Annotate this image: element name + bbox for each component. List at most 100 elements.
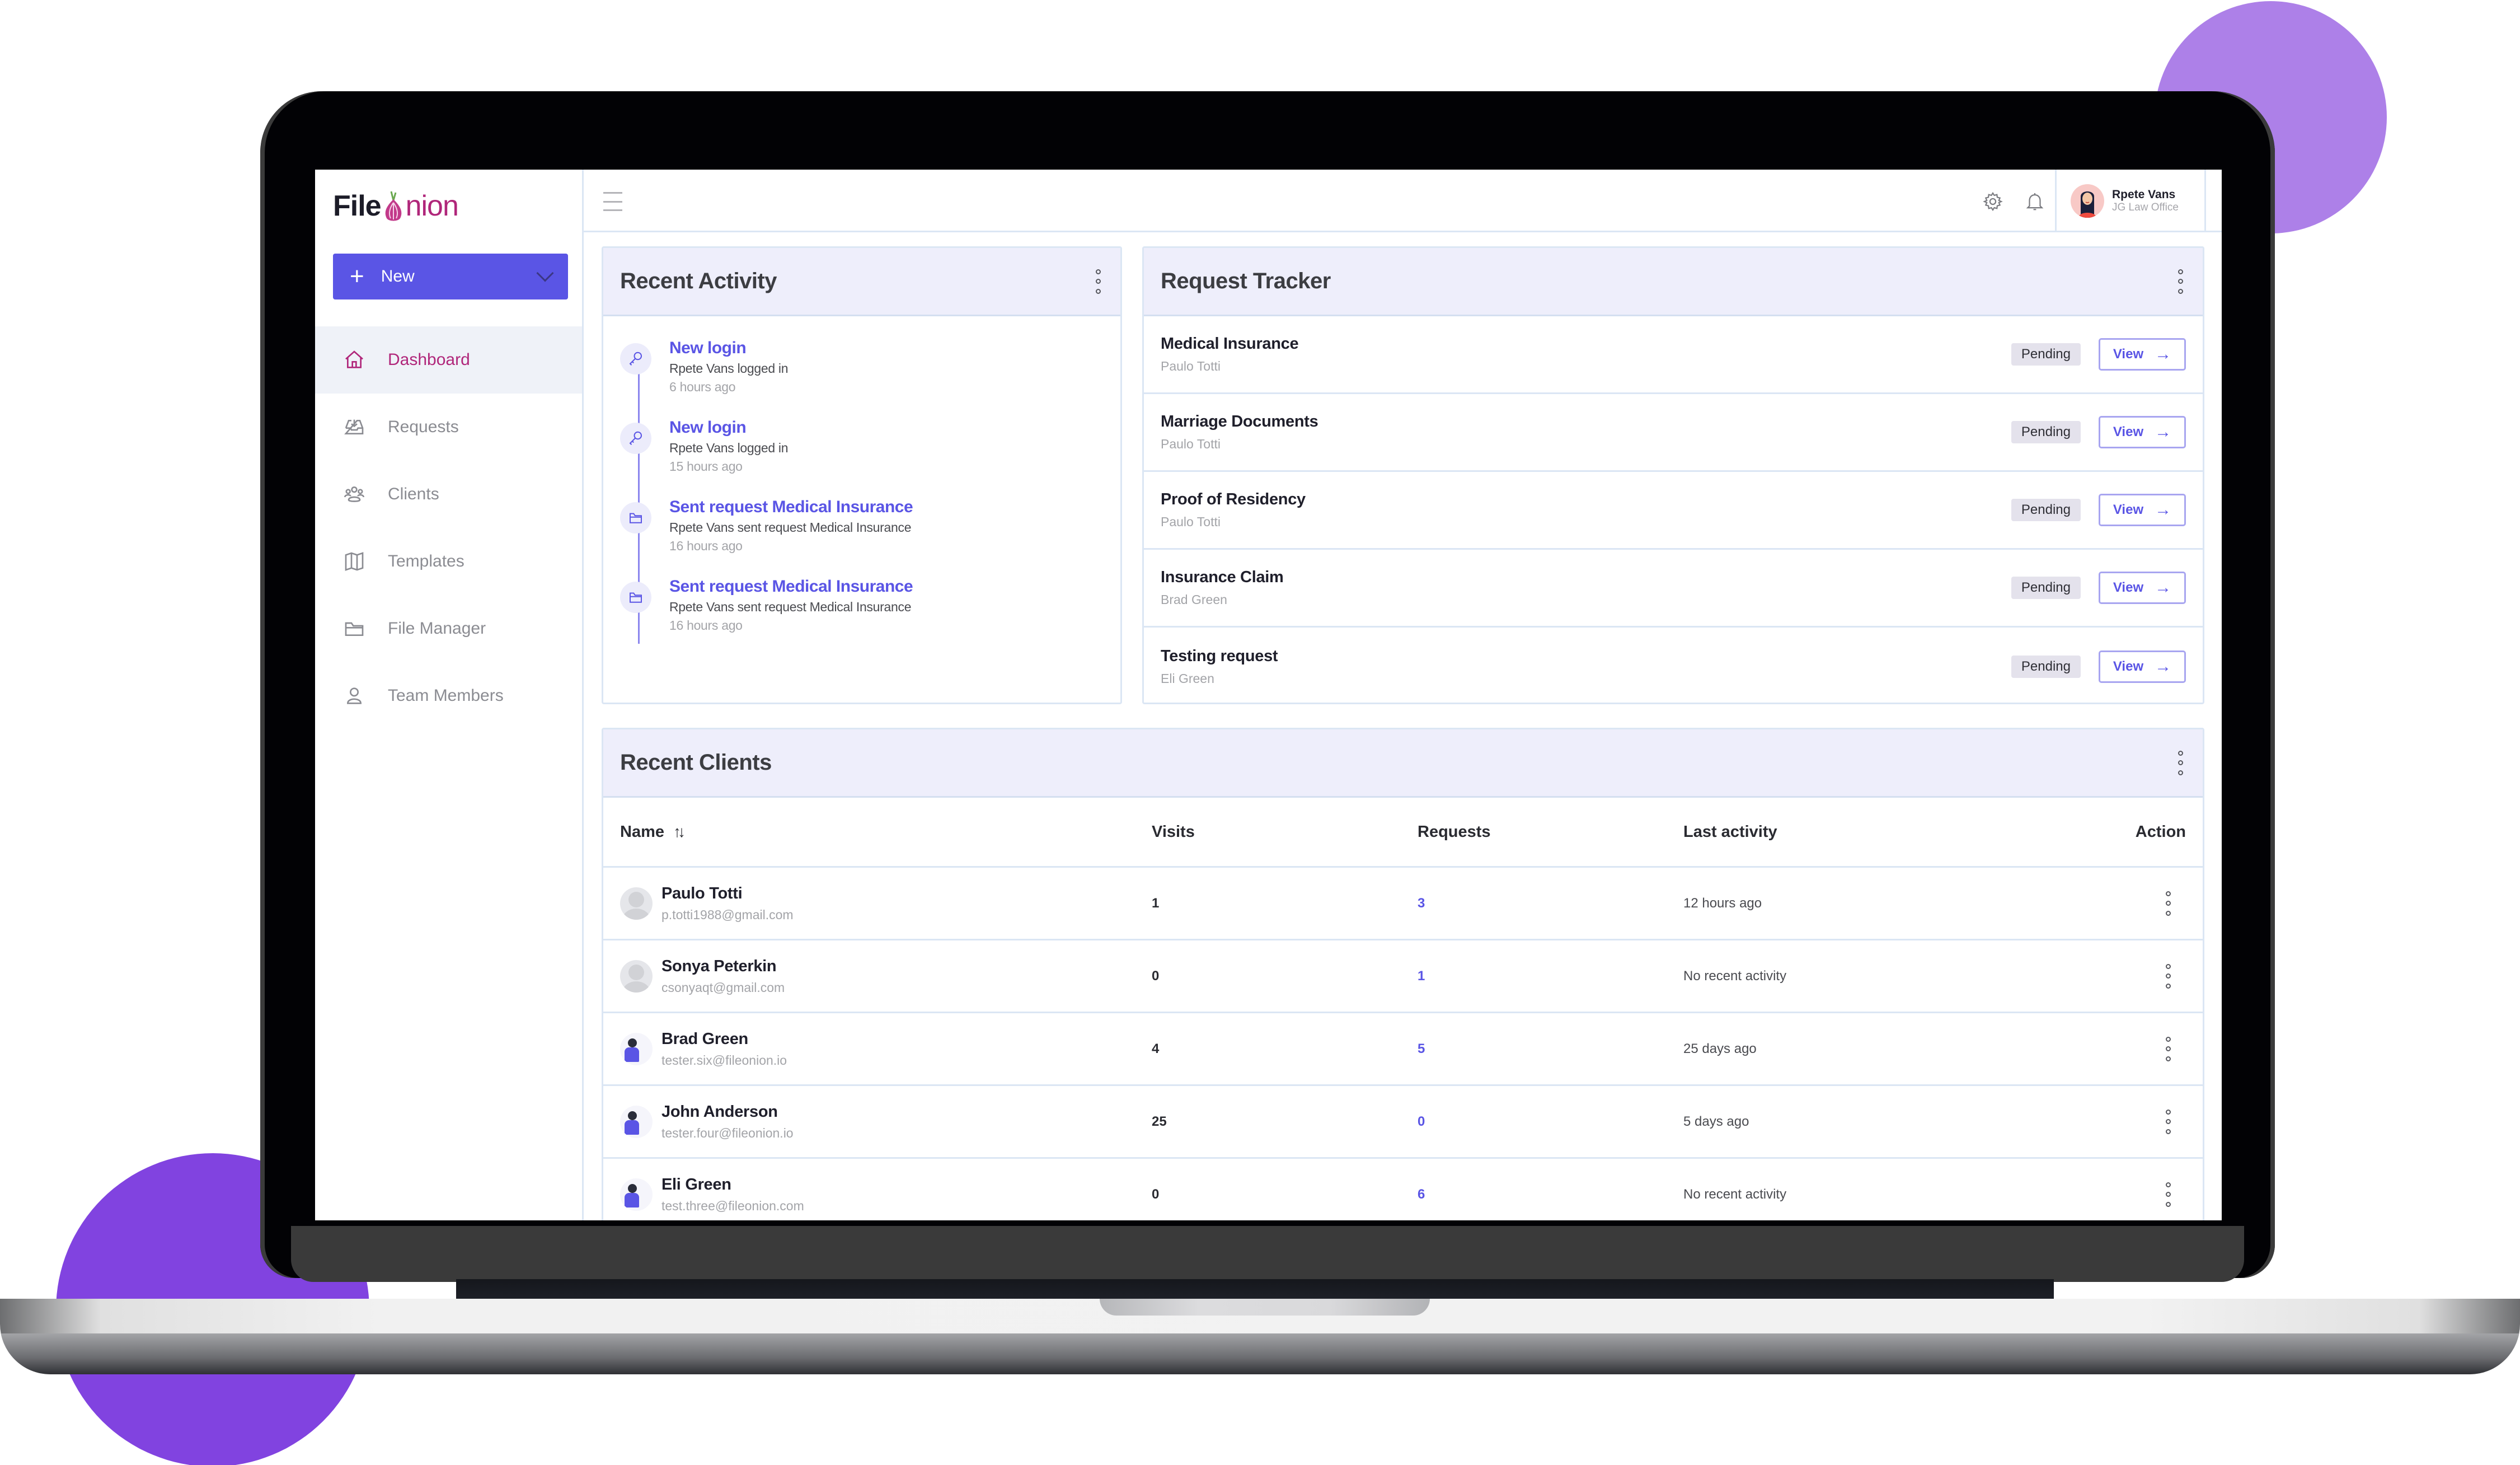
home-icon (343, 349, 365, 371)
client-last-activity: 5 days ago (1683, 1113, 1749, 1129)
new-button[interactable]: + New (333, 254, 568, 299)
row-actions-icon[interactable] (2162, 1036, 2174, 1061)
request-row: Insurance Claim Brad Green Pending View … (1144, 550, 2203, 628)
client-name[interactable]: Eli Green (661, 1176, 804, 1194)
activity-description: Rpete Vans sent request Medical Insuranc… (669, 520, 912, 535)
card-header: Recent Activity (603, 248, 1120, 316)
activity-item[interactable]: Sent request Medical Insurance Rpete Van… (620, 577, 1120, 657)
key-icon (620, 343, 651, 375)
activity-time: 6 hours ago (669, 380, 736, 394)
request-name: Marriage Documents (1161, 413, 1318, 430)
sort-icon[interactable]: ↑↓ (673, 823, 686, 841)
laptop-opening-notch (1100, 1299, 1430, 1316)
view-button[interactable]: View → (2099, 416, 2186, 448)
table-row[interactable]: Eli Green test.three@fileonion.com 0 6 N… (603, 1159, 2203, 1220)
client-name[interactable]: Paulo Totti (661, 884, 794, 903)
status-badge: Pending (2011, 343, 2081, 366)
arrow-right-icon: → (2155, 500, 2172, 519)
request-client: Eli Green (1161, 671, 1214, 686)
client-last-activity: No recent activity (1683, 968, 1787, 984)
card-header: Request Tracker (1144, 248, 2203, 316)
chevron-down-icon[interactable] (536, 264, 554, 282)
client-requests-link[interactable]: 3 (1418, 896, 1683, 911)
card-header: Recent Clients (603, 729, 2203, 798)
table-row[interactable]: Brad Green tester.six@fileonion.io 4 5 2… (603, 1013, 2203, 1086)
view-button[interactable]: View → (2099, 572, 2186, 604)
new-button-label: New (381, 267, 415, 285)
view-button[interactable]: View → (2099, 338, 2186, 371)
request-client: Brad Green (1161, 592, 1227, 607)
users-group-icon (343, 483, 365, 506)
client-name[interactable]: Brad Green (661, 1030, 787, 1049)
view-button[interactable]: View → (2099, 650, 2186, 683)
table-row[interactable]: John Anderson tester.four@fileonion.io 2… (603, 1086, 2203, 1159)
status-badge: Pending (2011, 655, 2081, 678)
request-row: Marriage Documents Paulo Totti Pending V… (1144, 394, 2203, 472)
avatar (620, 1178, 653, 1211)
client-email: test.three@fileonion.com (661, 1198, 804, 1213)
client-email: csonyaqt@gmail.com (661, 980, 785, 995)
more-options-icon[interactable] (2175, 750, 2186, 775)
client-name[interactable]: Sonya Peterkin (661, 957, 785, 976)
view-button[interactable]: View → (2099, 494, 2186, 526)
activity-title[interactable]: New login (669, 418, 788, 437)
activity-title[interactable]: Sent request Medical Insurance (669, 577, 913, 596)
activity-title[interactable]: New login (669, 339, 788, 358)
sidebar-nav: Dashboard Requests Clients Templates Fil… (315, 326, 582, 729)
folder-icon (620, 502, 651, 533)
client-visits: 1 (1152, 895, 1160, 911)
user-name: Rpete Vans (2112, 188, 2176, 201)
user-profile-menu[interactable]: Rpete Vans JG Law Office (2055, 170, 2206, 232)
recent-clients-card: Recent Clients Name ↑↓ Visits Requests L… (602, 728, 2204, 1220)
more-options-icon[interactable] (1092, 269, 1104, 294)
activity-description: Rpete Vans logged in (669, 441, 789, 455)
client-requests-link[interactable]: 5 (1418, 1041, 1683, 1057)
row-actions-icon[interactable] (2162, 1109, 2174, 1134)
arrow-right-icon: → (2155, 423, 2172, 441)
column-header-name[interactable]: Name ↑↓ (620, 823, 1152, 841)
row-actions-icon[interactable] (2162, 1182, 2174, 1207)
request-row: Medical Insurance Paulo Totti Pending Vi… (1144, 316, 2203, 394)
bell-icon[interactable] (2024, 191, 2045, 212)
hamburger-icon[interactable] (603, 192, 622, 211)
activity-item[interactable]: Sent request Medical Insurance Rpete Van… (620, 498, 1120, 577)
status-badge: Pending (2011, 499, 2081, 521)
client-visits: 0 (1152, 1186, 1160, 1202)
activity-item[interactable]: New login Rpete Vans logged in 15 hours … (620, 418, 1120, 498)
request-row: Testing request Eli Green Pending View → (1144, 628, 2203, 703)
view-button-label: View (2113, 424, 2144, 439)
client-name[interactable]: John Anderson (661, 1103, 794, 1121)
user-icon (343, 685, 365, 707)
sidebar-item-clients[interactable]: Clients (315, 461, 582, 528)
view-button-label: View (2113, 502, 2144, 517)
app-logo[interactable]: File nion (333, 189, 459, 223)
row-actions-icon[interactable] (2162, 963, 2174, 989)
inbox-download-icon (343, 416, 365, 438)
table-row[interactable]: Paulo Totti p.totti1988@gmail.com 1 3 12… (603, 868, 2203, 940)
client-requests-link[interactable]: 0 (1418, 1114, 1683, 1130)
request-tracker-title: Request Tracker (1161, 269, 1331, 293)
sidebar-item-team-members[interactable]: Team Members (315, 662, 582, 729)
activity-title[interactable]: Sent request Medical Insurance (669, 498, 913, 517)
client-requests-link[interactable]: 1 (1418, 968, 1683, 984)
activity-time: 16 hours ago (669, 539, 743, 553)
activity-time: 16 hours ago (669, 618, 743, 633)
sidebar-item-templates[interactable]: Templates (315, 528, 582, 595)
request-tracker-card: Request Tracker Medical Insurance Paulo … (1142, 246, 2204, 704)
request-client: Paulo Totti (1161, 437, 1221, 451)
table-row[interactable]: Sonya Peterkin csonyaqt@gmail.com 0 1 No… (603, 940, 2203, 1013)
sidebar-item-file-manager[interactable]: File Manager (315, 595, 582, 662)
sidebar-item-requests[interactable]: Requests (315, 394, 582, 461)
activity-timeline: New login Rpete Vans logged in 6 hours a… (603, 316, 1120, 657)
row-actions-icon[interactable] (2162, 891, 2174, 916)
gear-icon[interactable] (1982, 191, 2003, 212)
more-options-icon[interactable] (2175, 269, 2186, 294)
sidebar-item-dashboard[interactable]: Dashboard (315, 326, 582, 394)
client-requests-link[interactable]: 6 (1418, 1187, 1683, 1202)
activity-item[interactable]: New login Rpete Vans logged in 6 hours a… (620, 339, 1120, 418)
request-client: Paulo Totti (1161, 359, 1221, 373)
client-email: tester.six@fileonion.io (661, 1052, 787, 1068)
view-button-label: View (2113, 658, 2144, 674)
avatar (620, 1032, 653, 1065)
avatar (620, 1105, 653, 1138)
